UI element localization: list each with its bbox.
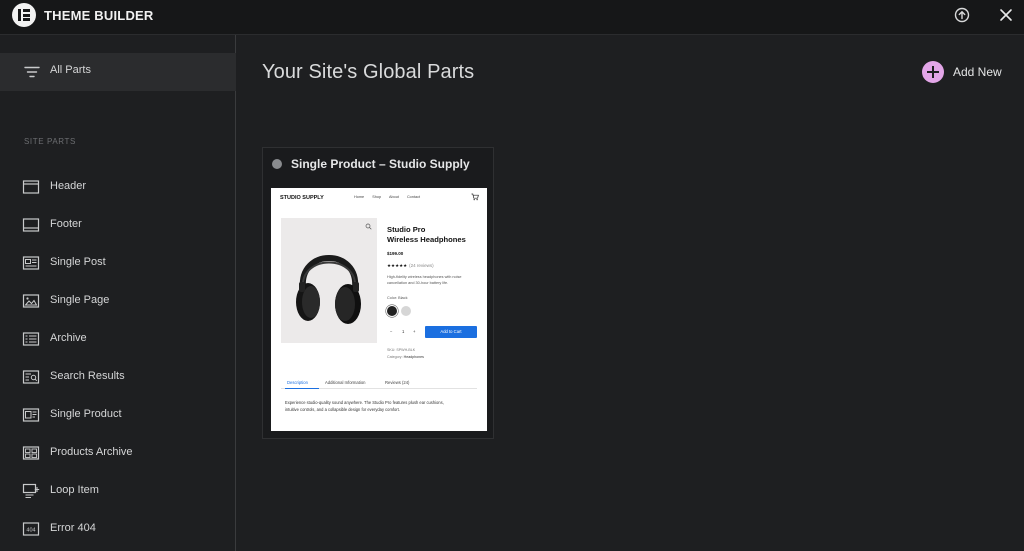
status-indicator [272, 159, 282, 169]
quantity-stepper: − 1 + [387, 327, 421, 337]
category-value: Headphones [403, 355, 424, 359]
elementor-logo-icon [12, 3, 36, 27]
sidebar-item-single-post[interactable]: Single Post [0, 248, 236, 278]
qty-value: 1 [402, 329, 405, 334]
preview-nav-item: Home [354, 195, 365, 199]
add-new-label: Add New [953, 65, 1002, 79]
upload-circle-icon[interactable] [953, 6, 971, 24]
sidebar: All Parts SITE PARTS Header Footer Singl… [0, 35, 236, 551]
sidebar-item-error-404[interactable]: 404 Error 404 [0, 514, 236, 544]
tab-description: Description [287, 380, 308, 385]
product-name-line: Wireless Headphones [387, 235, 466, 244]
sidebar-item-footer[interactable]: Footer [0, 210, 236, 240]
product-image [281, 218, 377, 343]
qty-minus: − [390, 329, 393, 334]
sidebar-item-label: Footer [50, 218, 82, 230]
rating: ★★★★★ (24 reviews) [387, 263, 434, 269]
color-label: Color: Black [387, 296, 408, 300]
sidebar-item-label: Single Product [50, 408, 122, 420]
review-count: (24 reviews) [409, 263, 434, 268]
add-to-cart-button: Add to Cart [425, 326, 477, 338]
sidebar-item-label: All Parts [50, 64, 91, 76]
top-bar: THEME BUILDER [0, 0, 1024, 35]
page-title: Your Site's Global Parts [262, 61, 475, 83]
category-label: Category: [387, 355, 403, 359]
sidebar-item-archive[interactable]: Archive [0, 324, 236, 354]
products-archive-icon [22, 446, 40, 460]
product-name-line: Studio Pro [387, 225, 426, 234]
search-results-icon [22, 370, 40, 384]
loop-item-icon [22, 483, 40, 498]
zoom-icon [365, 223, 372, 230]
archive-icon [22, 332, 40, 346]
app-title: THEME BUILDER [44, 8, 154, 23]
template-card[interactable]: Single Product – Studio Supply STUDIO SU… [262, 147, 494, 439]
sidebar-item-single-page[interactable]: Single Page [0, 286, 236, 316]
plus-icon [922, 61, 944, 83]
preview-nav-item: Contact [406, 195, 421, 199]
footer-icon [22, 218, 40, 232]
sidebar-item-single-product[interactable]: Single Product [0, 400, 236, 430]
description-body: Experience studio-quality sound anywhere… [285, 400, 444, 412]
product-price: $199.00 [387, 251, 404, 256]
sidebar-item-label: Archive [50, 332, 87, 344]
tab-reviews: Reviews (24) [385, 380, 410, 385]
sidebar-item-label: Search Results [50, 370, 125, 382]
template-title: Single Product – Studio Supply [291, 157, 470, 171]
short-description: High-fidelity wireless headphones with n… [387, 275, 462, 285]
sidebar-item-header[interactable]: Header [0, 172, 236, 202]
section-label: SITE PARTS [24, 137, 76, 146]
preview-nav-item: Shop [372, 195, 382, 199]
headphones-image [296, 255, 361, 324]
sidebar-item-label: Error 404 [50, 522, 96, 534]
product-category: Category: Headphones [387, 355, 424, 359]
sidebar-item-loop-item[interactable]: Loop Item [0, 476, 236, 506]
rating-stars: ★★★★★ [387, 263, 408, 268]
sidebar-item-label: Loop Item [50, 484, 99, 496]
sidebar-item-label: Header [50, 180, 87, 192]
single-post-icon [22, 256, 40, 270]
sidebar-item-search-results[interactable]: Search Results [0, 362, 236, 392]
filter-icon [24, 66, 40, 78]
template-preview: STUDIO SUPPLY Home Shop About Contact St… [271, 188, 487, 431]
qty-plus: + [413, 329, 416, 334]
close-icon[interactable] [997, 6, 1015, 24]
sidebar-item-label: Single Post [50, 256, 106, 268]
sidebar-item-label: Single Page [50, 294, 110, 306]
preview-nav-item: About [388, 195, 399, 199]
preview-nav: Home Shop About Contact [354, 195, 427, 199]
swatch-black [387, 306, 397, 316]
sidebar-item-products-archive[interactable]: Products Archive [0, 438, 236, 468]
sidebar-item-label: Products Archive [50, 446, 133, 458]
sidebar-item-all-parts[interactable]: All Parts [0, 53, 236, 91]
tab-additional-information: Additional Information [325, 380, 366, 385]
active-tab-indicator [285, 388, 319, 389]
product-sku: SKU: SPWH-BLK [387, 348, 416, 352]
header-icon [22, 180, 40, 194]
swatch-gray [401, 306, 411, 316]
preview-brand: STUDIO SUPPLY [280, 195, 324, 201]
product-name: Studio Pro Wireless Headphones [387, 225, 483, 245]
svg-text:404: 404 [26, 528, 35, 534]
single-product-icon [22, 408, 40, 422]
error-404-icon: 404 [22, 522, 40, 536]
single-page-icon [22, 294, 40, 308]
product-tabs: Description Additional Information Revie… [281, 379, 477, 389]
cart-icon [471, 193, 479, 201]
